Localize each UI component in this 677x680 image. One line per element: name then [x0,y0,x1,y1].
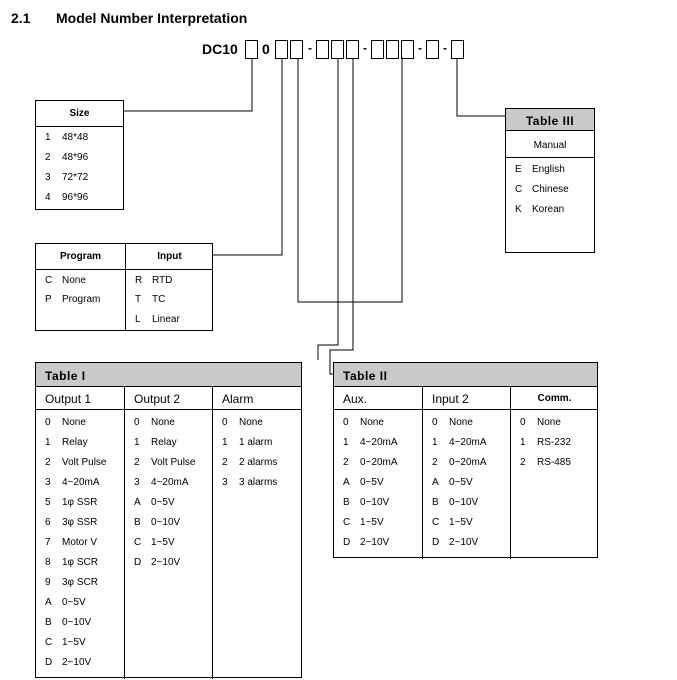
alarm-header: Alarm [222,392,254,406]
input-header: Input [157,251,182,262]
list-item: 1 4~20mA [432,437,487,448]
table-ii-title: Table II [343,369,388,383]
list-item: C 1~5V [432,517,473,528]
list-item: 1 Relay [134,437,177,448]
list-item: C Chinese [515,184,569,195]
size-table: Size 1 48*48 2 48*96 3 72*72 4 96*96 [35,100,124,210]
list-item: 1 RS-232 [520,437,571,448]
list-item: 22 alarms [222,457,278,468]
list-item: A 0~5V [343,477,384,488]
list-item: 0 None [343,417,384,428]
list-item: C 1~5V [134,537,175,548]
list-item: C 1~5V [45,637,86,648]
list-item: 9 3φ SCR [45,577,98,588]
list-item: 5 1φ SSR [45,497,98,508]
list-item: 2 Volt Pulse [134,457,196,468]
list-item: 33 alarms [222,477,278,488]
table-iii: Table III Manual E English C Chinese K Kore… [505,108,595,253]
list-item: T TC [135,294,166,305]
aux-header: Aux. [343,392,368,406]
list-item: 3 72*72 [45,172,89,183]
list-item: 0 None [520,417,561,428]
list-item: D 2~10V [45,657,92,668]
list-item: 3 4~20mA [134,477,189,488]
table-i-title: Table I [45,369,86,383]
list-item: B 0~10V [343,497,390,508]
output1-header: Output 1 [45,392,92,406]
list-item: 2 0~20mA [343,457,398,468]
list-item: 3 4~20mA [45,477,100,488]
list-item: 2 48*96 [45,152,89,163]
manual-header: Manual [533,140,567,151]
output2-header: Output 2 [134,392,181,406]
list-item: K Korean [515,204,565,215]
list-item: 8 1φ SCR [45,557,98,568]
size-header: Size [69,108,90,119]
list-item: A 0~5V [134,497,175,508]
program-header: Program [59,251,102,262]
list-item: 0 None [45,417,86,428]
list-item: E English [515,164,565,175]
list-item: 4 96*96 [45,192,89,203]
input2-header: Input 2 [432,392,469,406]
list-item: B 0~10V [432,497,479,508]
list-item: 2 RS-485 [520,457,571,468]
list-item: 6 3φ SSR [45,517,98,528]
list-item: A 0~5V [432,477,473,488]
table-i: Table I Output 1 Output 2 Alarm 0 None 1 Re… [35,362,302,679]
list-item: L Linear [135,314,180,325]
list-item: 0 None [222,417,263,428]
list-item: B 0~10V [134,517,181,528]
list-item: 11 alarm [222,437,273,448]
list-item: 1 48*48 [45,132,89,143]
list-item: 1 Relay [45,437,88,448]
list-item: 0 None [432,417,473,428]
list-item: 2 Volt Pulse [45,457,107,468]
list-item: 0 None [134,417,175,428]
list-item: B 0~10V [45,617,92,628]
list-item: C None [45,275,86,286]
list-item: D 2~10V [343,537,390,548]
table-iii-title: Table III [525,114,575,128]
list-item: 2 0~20mA [432,457,487,468]
list-item: D 2~10V [134,557,181,568]
list-item: R RTD [135,275,173,286]
list-item: D 2~10V [432,537,479,548]
list-item: C 1~5V [343,517,384,528]
table-ii: Table II Aux. Input 2 Comm. 0 None 1 4~20mA… [333,362,598,559]
list-item: 1 4~20mA [343,437,398,448]
list-item: A 0~5V [45,597,86,608]
list-item: P Program [45,294,101,305]
program-input-table: Program Input C None P Program R RTD T TC LL… [35,243,213,331]
list-item: 7 Motor V [45,537,98,548]
comm-header: Comm. [537,393,572,404]
